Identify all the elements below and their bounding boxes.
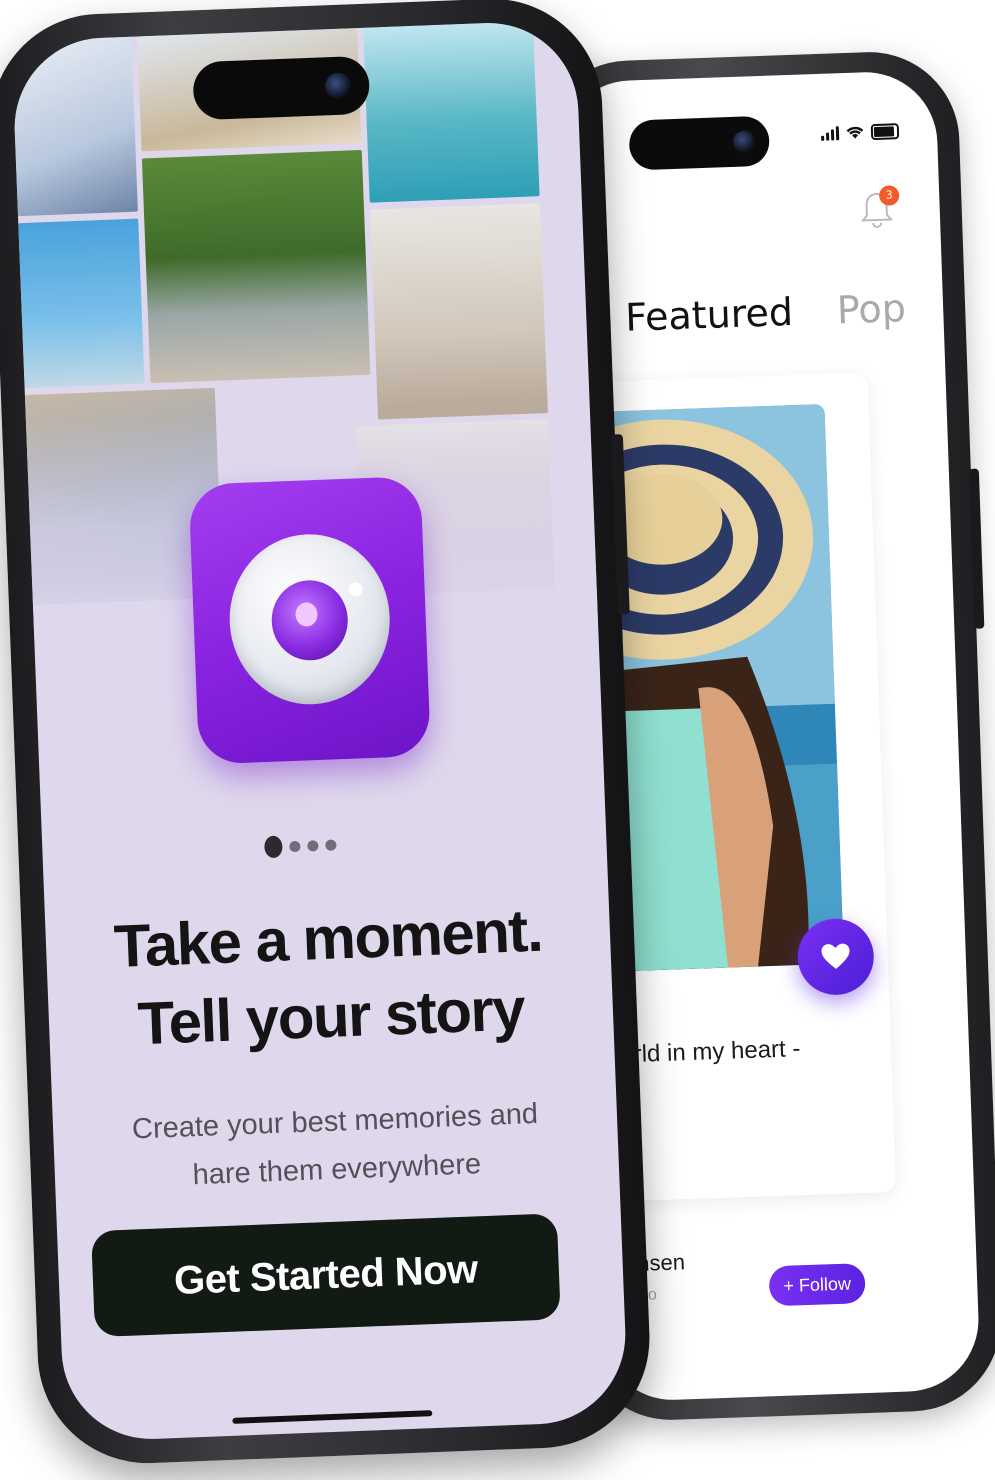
get-started-button[interactable]: Get Started Now — [91, 1213, 561, 1338]
heart-icon — [821, 943, 850, 969]
collage-photo — [18, 218, 145, 389]
wifi-icon — [846, 126, 864, 139]
collage-photo — [363, 21, 540, 203]
dynamic-island — [192, 55, 371, 121]
lens-highlight — [295, 602, 318, 627]
camera-lens — [324, 72, 352, 100]
power-button — [968, 468, 985, 629]
collage-photo — [141, 149, 371, 384]
notification-badge: 3 — [878, 185, 900, 206]
headline: Take a moment. Tell your story — [45, 889, 615, 1067]
subtitle: Create your best memories and hare them … — [52, 1087, 619, 1205]
page-dot-active[interactable] — [263, 835, 283, 859]
page-dot[interactable] — [289, 840, 301, 852]
like-button[interactable] — [796, 917, 876, 997]
page-indicator — [263, 833, 337, 859]
dynamic-island — [628, 115, 771, 171]
signal-icon — [821, 126, 840, 141]
mockup-stage: 3 Featured Pop world in my heart - Jense… — [0, 0, 995, 1480]
home-indicator[interactable] — [232, 1410, 433, 1424]
tab-popular[interactable]: Pop — [836, 286, 906, 332]
front-phone: Take a moment. Tell your story Create yo… — [0, 0, 654, 1468]
tab-featured[interactable]: Featured — [625, 290, 794, 340]
notifications-button[interactable]: 3 — [859, 185, 901, 234]
collage-photo — [11, 36, 138, 217]
camera-lens-icon — [226, 531, 393, 708]
app-logo-icon — [188, 475, 432, 765]
follow-button[interactable]: + Follow — [768, 1263, 866, 1307]
feed-tabs: Featured Pop — [625, 286, 907, 340]
page-dot[interactable] — [307, 839, 319, 852]
collage-photo — [370, 203, 548, 420]
battery-icon — [870, 123, 900, 141]
onboarding-screen: Take a moment. Tell your story Create yo… — [11, 19, 629, 1443]
lens-pupil — [270, 578, 350, 662]
page-dot[interactable] — [325, 838, 337, 851]
status-bar — [821, 123, 900, 142]
lens-glint — [348, 582, 363, 597]
camera-lens — [732, 130, 756, 153]
